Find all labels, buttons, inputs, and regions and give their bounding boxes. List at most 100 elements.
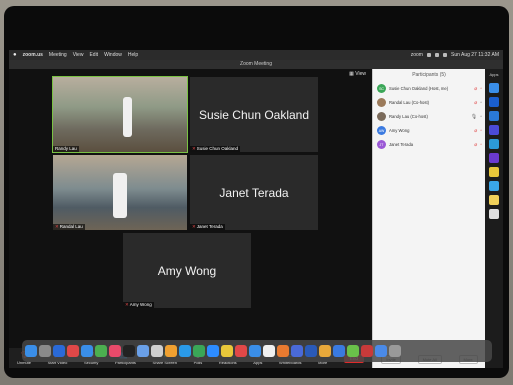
avatar: AW [377, 126, 386, 135]
video-tile-randal[interactable]: ✕Randal Lau [53, 155, 187, 230]
tile-name-label: Randy Lau [53, 146, 79, 152]
acrobat-icon[interactable] [361, 345, 373, 357]
participant-row[interactable]: SC Susie Chun Oakland (Host, me) ⌀ ▫ [377, 83, 482, 94]
menu-clock[interactable]: Sun Aug 27 11:32 AM [451, 52, 499, 58]
app-icon[interactable] [249, 345, 261, 357]
menu-view[interactable]: View [73, 52, 84, 58]
microphone-muted-icon[interactable]: ⌀ [474, 100, 477, 106]
tv-icon[interactable] [123, 345, 135, 357]
view-button[interactable]: ▦ View [349, 71, 366, 77]
laptop-screen: ● zoom.us Meeting View Edit Window Help … [9, 50, 503, 368]
menu-app-name[interactable]: zoom.us [23, 52, 43, 58]
zoom-icon[interactable] [207, 345, 219, 357]
app-icon[interactable] [489, 83, 499, 93]
video-off-icon[interactable]: ▫ [480, 142, 482, 148]
participants-panel: Participants (5) SC Susie Chun Oakland (… [372, 69, 485, 368]
name-tile-janet[interactable]: Janet Terada ✕Janet Terada [190, 155, 318, 230]
tile-name-label: ✕Susie Chun Oakland [190, 146, 241, 152]
app-icon[interactable] [221, 345, 233, 357]
app-icon[interactable] [489, 153, 499, 163]
battery-icon[interactable] [434, 53, 439, 57]
video-icon[interactable]: ▫ [480, 100, 482, 106]
app-icon[interactable] [53, 345, 65, 357]
app-store-icon[interactable] [179, 345, 191, 357]
microphone-muted-icon[interactable]: ⌀ [474, 86, 477, 92]
participant-status: ⌀ ▫ [474, 100, 482, 106]
menu-meeting[interactable]: Meeting [49, 52, 67, 58]
participant-row[interactable]: Randal Lau (Co-host) ⌀ ▫ [377, 97, 482, 108]
app-icon[interactable] [489, 139, 499, 149]
microphone-muted-icon[interactable]: ⌀ [474, 128, 477, 134]
app-icon[interactable] [263, 345, 275, 357]
video-icon[interactable]: ▫ [480, 114, 482, 120]
tile-name-text: Randy Lau [55, 146, 77, 151]
app-icon[interactable] [489, 125, 499, 135]
app-icon[interactable] [277, 345, 289, 357]
apple-icon[interactable]: ● [13, 52, 17, 58]
app-icon[interactable] [235, 345, 247, 357]
app-icon[interactable] [489, 181, 499, 191]
microphone-muted-icon: ✕ [192, 146, 196, 151]
tile-display-name: Janet Terada [219, 185, 289, 200]
app-icon[interactable] [291, 345, 303, 357]
app-icon[interactable] [375, 345, 387, 357]
participant-row[interactable]: JT Janet Terada ⌀ ▫ [377, 139, 482, 150]
participant-name: Randal Lau (Co-host) [389, 100, 430, 105]
app-icon[interactable] [489, 97, 499, 107]
app-icon[interactable] [137, 345, 149, 357]
video-off-icon[interactable]: ▫ [480, 128, 482, 134]
app-icon[interactable] [151, 345, 163, 357]
video-off-icon[interactable]: ▫ [480, 86, 482, 92]
microphone-muted-icon[interactable]: ⌀ [474, 142, 477, 148]
participant-row[interactable]: Randy Lau (Co-host) 🎙 ▫ [377, 111, 482, 122]
participant-name: Amy Wong [389, 128, 410, 133]
mac-menu-bar: ● zoom.us Meeting View Edit Window Help … [9, 50, 503, 60]
menu-help[interactable]: Help [128, 52, 138, 58]
participant-row[interactable]: AW Amy Wong ⌀ ▫ [377, 125, 482, 136]
app-icon[interactable] [319, 345, 331, 357]
app-icon[interactable] [489, 111, 499, 121]
avatar: JT [377, 140, 386, 149]
finder-icon[interactable] [25, 345, 37, 357]
app-icon[interactable] [489, 167, 499, 177]
app-icon[interactable] [333, 345, 345, 357]
app-icon[interactable] [489, 195, 499, 205]
word-icon[interactable] [305, 345, 317, 357]
participant-status: ⌀ ▫ [474, 86, 482, 92]
menu-window[interactable]: Window [104, 52, 122, 58]
mac-dock [22, 340, 492, 362]
microphone-icon[interactable]: 🎙 [471, 114, 477, 120]
app-icon[interactable] [193, 345, 205, 357]
app-icon[interactable] [489, 209, 499, 219]
name-tile-amy[interactable]: Amy Wong ✕Amy Wong [123, 233, 251, 308]
tile-display-name: Amy Wong [157, 263, 217, 278]
safari-icon[interactable] [81, 345, 93, 357]
search-icon[interactable] [442, 53, 447, 57]
avatar: SC [377, 84, 386, 93]
tile-name-label: ✕Randal Lau [53, 224, 85, 230]
wifi-icon[interactable] [426, 53, 431, 57]
video-gallery: ▦ View Randy Lau Susie Chun Oakland ✕Sus… [9, 69, 372, 348]
trash-icon[interactable] [389, 345, 401, 357]
video-tile-randy[interactable]: Randy Lau [52, 76, 188, 153]
app-icon[interactable] [347, 345, 359, 357]
zoom-status-icon[interactable]: zoom [411, 52, 423, 58]
person-figure [123, 97, 132, 137]
window-title: Zoom Meeting [9, 60, 503, 69]
music-icon[interactable] [109, 345, 121, 357]
launchpad-icon[interactable] [39, 345, 51, 357]
microphone-muted-icon: ✕ [55, 224, 59, 229]
status-area: zoom Sun Aug 27 11:32 AM [411, 52, 499, 58]
menu-edit[interactable]: Edit [89, 52, 98, 58]
app-icon[interactable] [165, 345, 177, 357]
person-figure [113, 173, 127, 218]
apps-sidebar: Apps [485, 69, 503, 368]
avatar [377, 98, 386, 107]
tile-name-label: ✕Janet Terada [190, 224, 225, 230]
view-button-label: View [355, 71, 366, 77]
calendar-icon[interactable] [67, 345, 79, 357]
chrome-icon[interactable] [95, 345, 107, 357]
participant-status: 🎙 ▫ [471, 114, 482, 120]
name-tile-susie[interactable]: Susie Chun Oakland ✕Susie Chun Oakland [190, 77, 318, 152]
participant-status: ⌀ ▫ [474, 142, 482, 148]
